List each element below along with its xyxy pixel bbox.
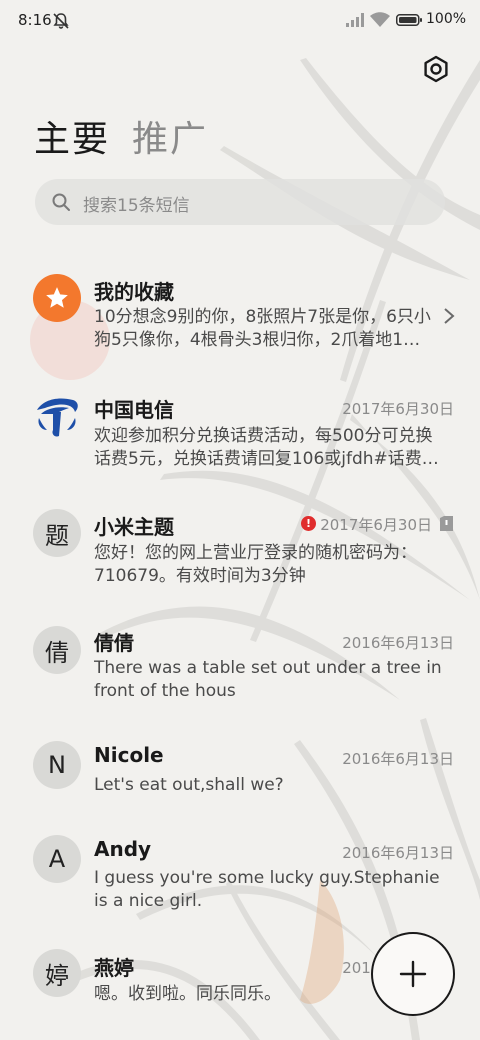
- conversation-preview: Let's eat out,shall we?: [94, 775, 284, 795]
- conversation-item[interactable]: 题 小米主题 ! 2017年6月30日 您好！您的网上营业厅登录的随机密码为：7…: [0, 505, 480, 605]
- conversation-item-favorites[interactable]: 我的收藏 10分想念9别的你，8张照片7张是你，6只小狗5只像你，4根骨头3根归…: [0, 270, 480, 370]
- avatar: A: [33, 835, 81, 883]
- conversation-preview: 您好！您的网上营业厅登录的随机密码为：710679。有效时间为3分钟: [94, 543, 417, 586]
- signal-icon: [346, 13, 364, 27]
- tab-primary[interactable]: 主要: [34, 110, 110, 162]
- chevron-right-icon: [444, 308, 455, 324]
- wifi-icon: [370, 12, 390, 27]
- avatar: 倩: [33, 626, 81, 674]
- new-message-button[interactable]: [371, 932, 455, 1016]
- star-icon: [46, 287, 68, 308]
- conversation-date: 2016年6月13日: [342, 750, 454, 768]
- status-time: 8:16: [18, 11, 52, 29]
- conversation-name: 燕婷: [94, 956, 134, 980]
- conversation-item[interactable]: 中国电信 2017年6月30日 欢迎参加积分兑换话费活动，每500分可兑换话费5…: [0, 388, 480, 488]
- conversation-date: 2017年6月30日: [320, 516, 432, 534]
- conversation-preview: There was a table set out under a tree i…: [94, 658, 442, 701]
- battery-icon: [396, 14, 422, 26]
- notifications-off-icon: [53, 13, 69, 29]
- conversation-name: Andy: [94, 837, 152, 861]
- favorites-avatar: [33, 274, 81, 322]
- tab-promotions[interactable]: 推广: [132, 110, 208, 162]
- conversation-preview: I guess you're some lucky guy.Stephanie …: [94, 868, 440, 911]
- china-telecom-logo-icon: [37, 398, 78, 437]
- search-icon: [52, 193, 70, 211]
- conversation-name: Nicole: [94, 743, 164, 767]
- settings-button[interactable]: [421, 54, 451, 84]
- avatar: N: [33, 741, 81, 789]
- conversation-item[interactable]: 倩 倩倩 2016年6月13日 There was a table set ou…: [0, 622, 480, 722]
- conversation-date: 2016年6月13日: [342, 844, 454, 862]
- send-failed-badge: !: [301, 516, 316, 531]
- conversation-date: 2016年6月13日: [342, 634, 454, 652]
- conversation-name: 倩倩: [94, 631, 134, 655]
- conversation-preview: 欢迎参加积分兑换话费活动，每500分可兑换话费5元，兑换话费请回复106或jfd…: [94, 426, 439, 469]
- conversation-name: 中国电信: [94, 398, 174, 422]
- search-input[interactable]: 搜索15条短信: [35, 179, 445, 225]
- conversation-item[interactable]: N Nicole 2016年6月13日 Let's eat out,shall …: [0, 740, 480, 820]
- avatar: 题: [33, 509, 81, 557]
- china-telecom-logo: [33, 392, 81, 440]
- conversation-name: 小米主题: [94, 515, 174, 539]
- sim-card-icon: [440, 516, 453, 531]
- settings-icon: [424, 55, 448, 83]
- conversation-item[interactable]: A Andy 2016年6月13日 I guess you're some lu…: [0, 834, 480, 934]
- status-bar: 8:16 100%: [0, 0, 480, 44]
- plus-icon: [399, 960, 427, 988]
- conversation-name: 我的收藏: [94, 280, 174, 304]
- battery-percent: 100%: [426, 11, 467, 27]
- conversation-preview: 10分想念9别的你，8张照片7张是你，6只小狗5只像你，4根骨头3根归你，2爪着…: [94, 307, 431, 350]
- search-placeholder: 搜索15条短信: [83, 196, 190, 216]
- conversation-date: 2017年6月30日: [342, 400, 454, 418]
- avatar: 婷: [33, 949, 81, 997]
